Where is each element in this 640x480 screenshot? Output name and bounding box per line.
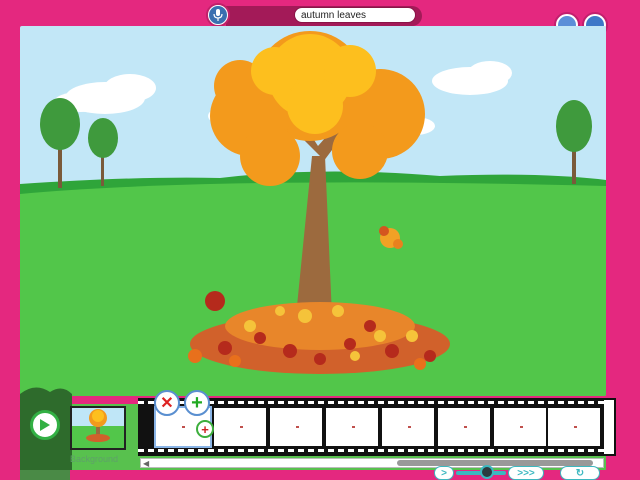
plus-icon: + <box>201 421 209 437</box>
frame-content <box>352 426 355 428</box>
refresh-icon: ↻ <box>575 467 585 479</box>
background-label: Background <box>70 454 119 464</box>
background-thumbnail-image <box>72 408 124 448</box>
scrollbar-thumb[interactable] <box>397 460 593 466</box>
close-icon: ✕ <box>160 395 174 412</box>
chevron-left-icon: > <box>441 467 447 479</box>
frame-content <box>408 426 411 428</box>
search-input[interactable] <box>294 7 416 23</box>
frame-thumbnail[interactable] <box>270 408 322 446</box>
chevron-right-icon: >>> <box>517 467 535 479</box>
frame-thumbnail[interactable] <box>494 408 546 446</box>
next-button[interactable]: >>> <box>508 466 544 480</box>
frame-content <box>182 426 185 428</box>
scene-illustration <box>20 26 606 396</box>
plus-icon: + <box>191 391 203 414</box>
frame-content <box>296 426 299 428</box>
frame-thumbnail[interactable] <box>548 408 600 446</box>
frame-content <box>520 426 523 428</box>
frame-thumbnail[interactable] <box>214 408 266 446</box>
top-bar <box>0 0 640 28</box>
microphone-icon <box>209 6 227 24</box>
frame-thumbnail[interactable] <box>382 408 434 446</box>
frame-thumbnail[interactable] <box>438 408 490 446</box>
refresh-button[interactable]: ↻ <box>560 466 600 480</box>
zoom-slider-handle[interactable] <box>480 465 494 479</box>
filmstrip-perforation-bottom <box>138 449 616 452</box>
delete-frame-button[interactable]: ✕ <box>154 390 180 416</box>
insert-frame-button[interactable]: + <box>196 420 214 438</box>
scroll-left-arrow-icon[interactable]: ◀ <box>143 459 149 468</box>
play-button[interactable] <box>30 410 60 440</box>
frame-content <box>574 426 577 428</box>
play-icon <box>40 419 50 431</box>
frame-content <box>464 426 467 428</box>
filmstrip-end <box>604 400 614 454</box>
frame-content <box>240 426 243 428</box>
previous-button[interactable]: > <box>434 466 454 480</box>
background-thumbnail[interactable] <box>70 406 126 450</box>
add-frame-button[interactable]: + <box>184 390 210 416</box>
microphone-button[interactable] <box>206 3 230 27</box>
frame-thumbnail[interactable] <box>326 408 378 446</box>
app-window: Background + ✕ + ◀ > >>> ↻ <box>0 0 640 480</box>
scene-canvas[interactable] <box>20 26 606 396</box>
